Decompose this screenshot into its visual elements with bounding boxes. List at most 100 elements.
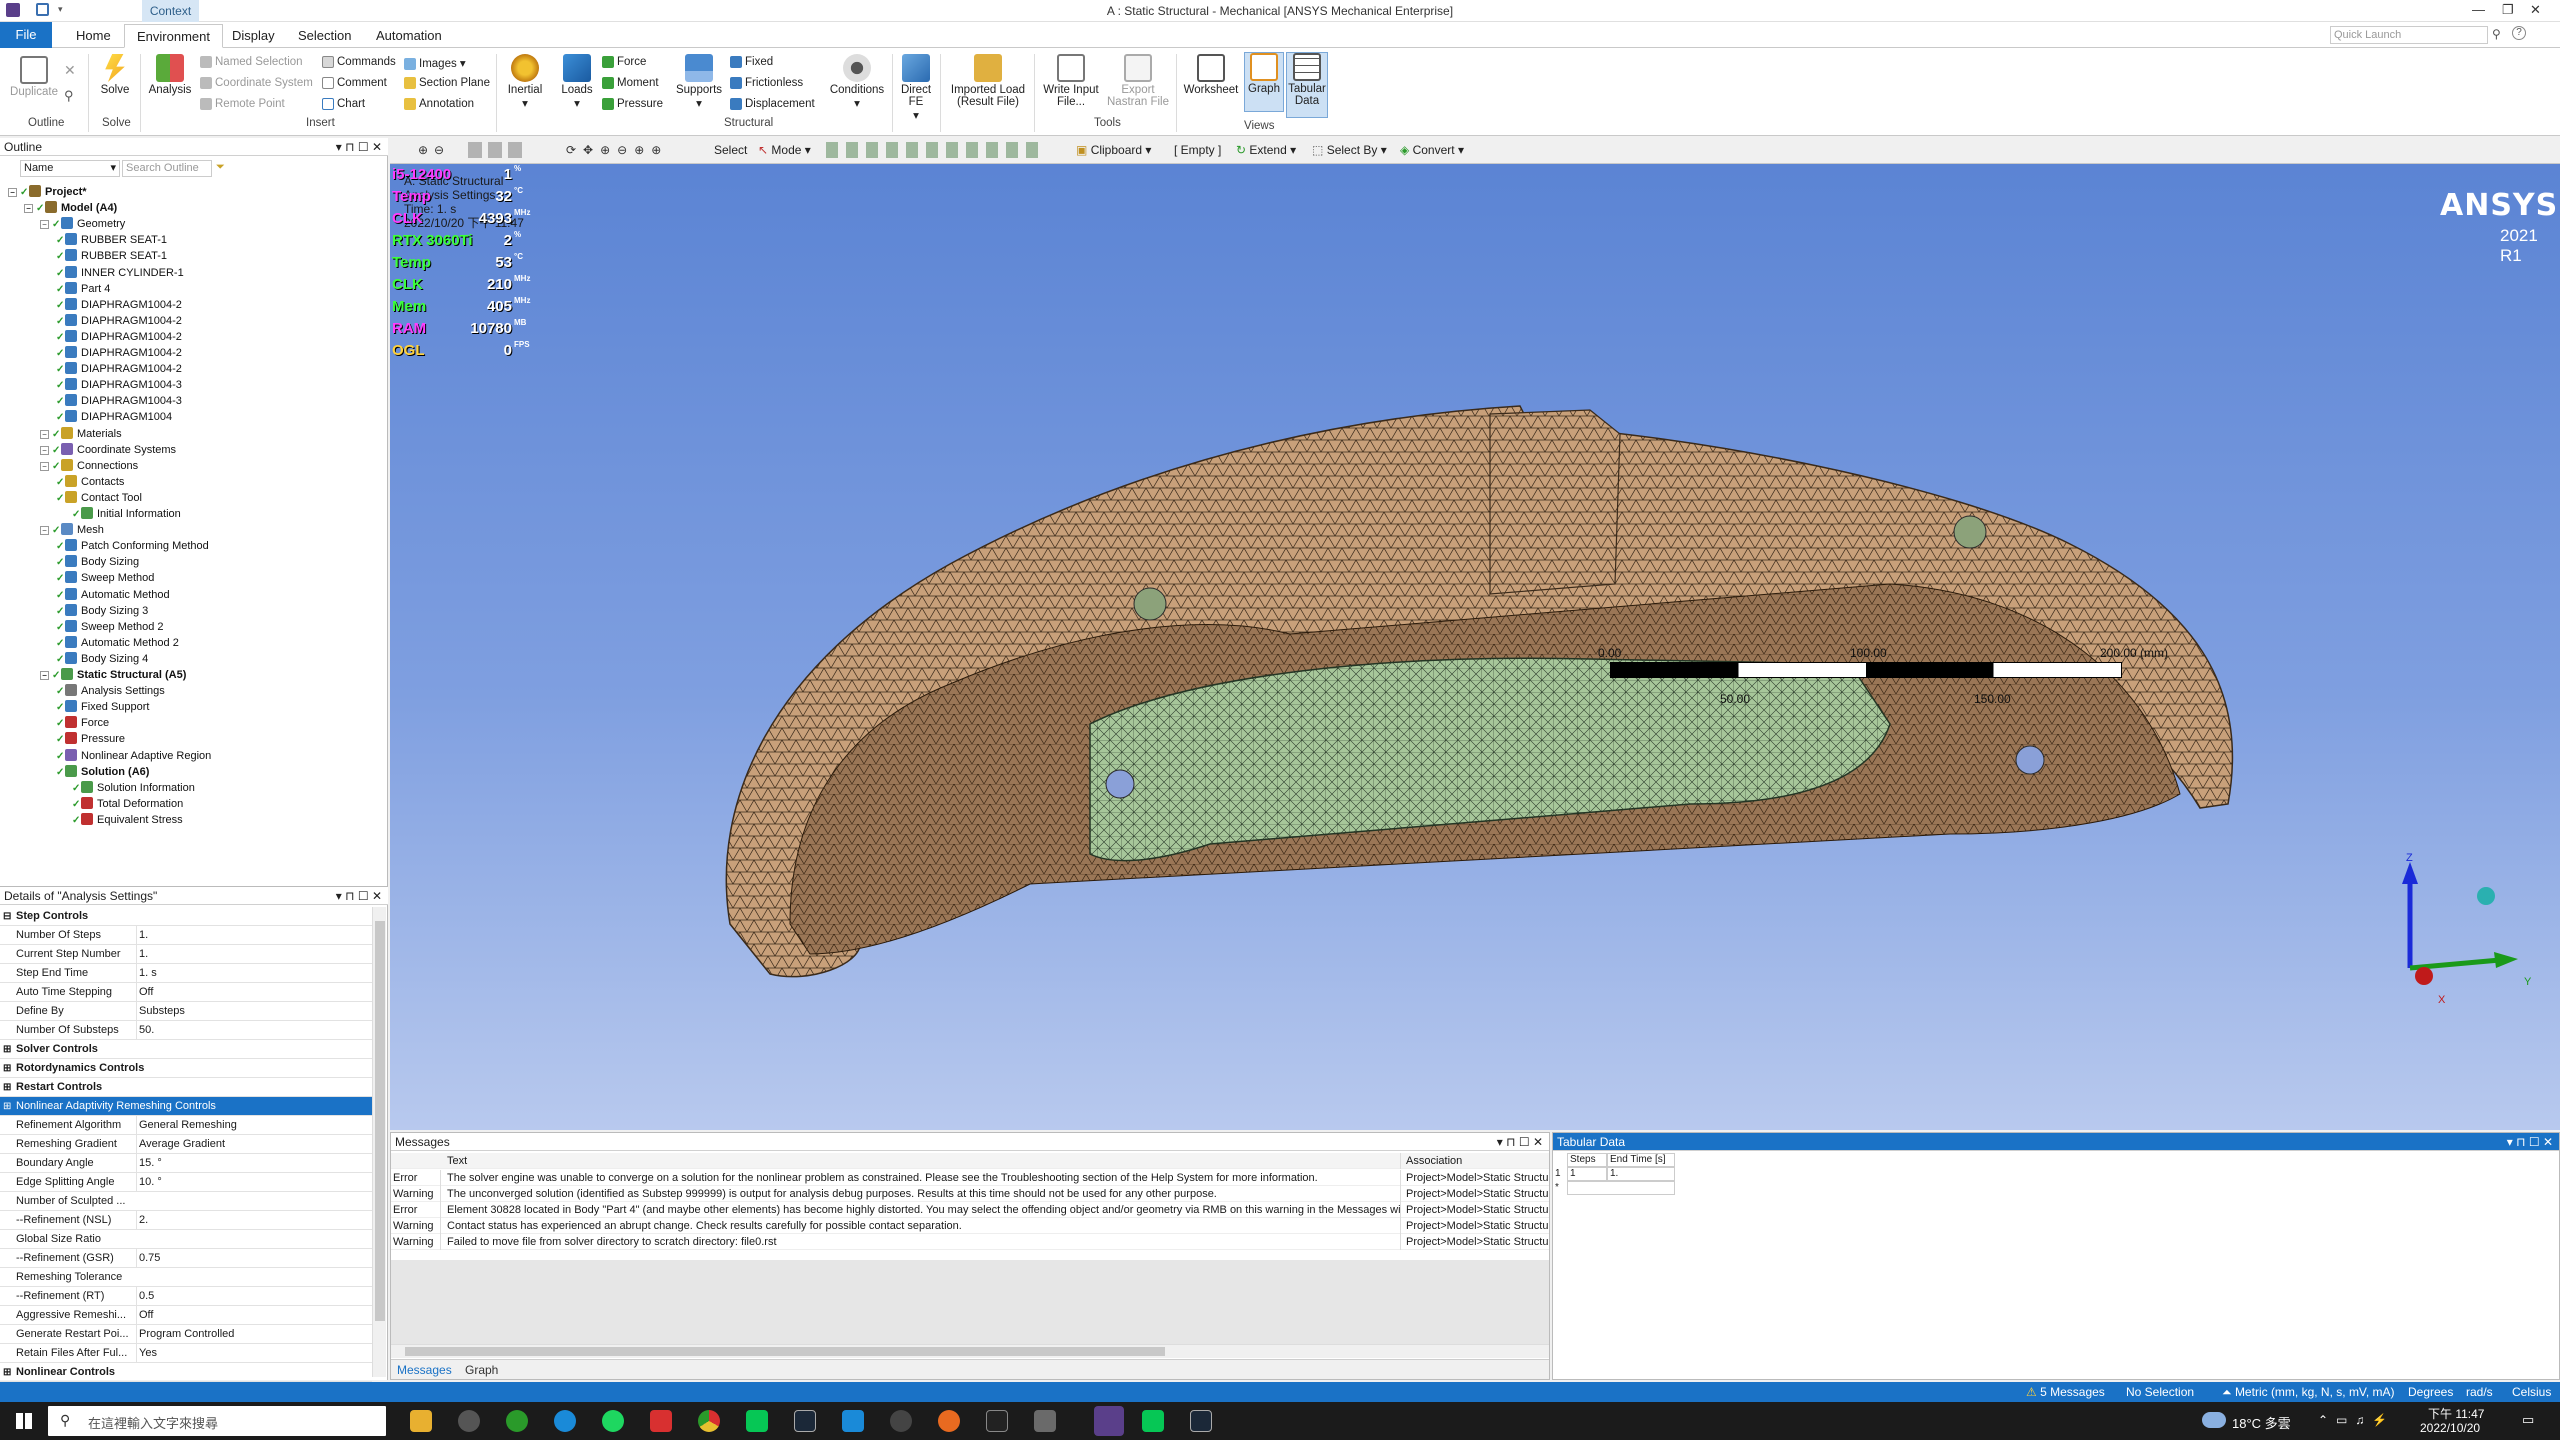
remote-point-button[interactable]: Remote Point: [200, 98, 285, 110]
tree-node[interactable]: ✓ Equivalent Stress: [72, 812, 183, 828]
weather-label[interactable]: 18°C 多雲: [2232, 1413, 2291, 1432]
minimize-icon[interactable]: —: [2472, 2, 2485, 17]
temp-unit[interactable]: Celsius: [2512, 1385, 2551, 1399]
filter-icon[interactable]: ⏷: [216, 161, 225, 174]
details-value[interactable]: 0.5: [136, 1287, 372, 1306]
commands-button[interactable]: Commands: [322, 56, 396, 68]
tab-home[interactable]: Home: [64, 24, 123, 48]
maximize-icon[interactable]: ❐: [2502, 2, 2514, 18]
expand-icon[interactable]: −: [40, 461, 49, 471]
details-value[interactable]: Off: [136, 1306, 372, 1325]
rubber-seat-left[interactable]: [1133, 587, 1167, 621]
tabular-data-button[interactable]: Tabular Data: [1286, 52, 1328, 118]
details-row[interactable]: --Refinement (NSL) 2.: [0, 1211, 372, 1230]
select-button[interactable]: Select: [714, 143, 747, 157]
details-row[interactable]: --Refinement (GSR) 0.75: [0, 1249, 372, 1268]
write-input-file-button[interactable]: Write Input File...: [1038, 54, 1104, 108]
clock-time[interactable]: 下午 11:47: [2428, 1405, 2484, 1422]
worksheet-button[interactable]: Worksheet: [1180, 54, 1242, 96]
tree-node[interactable]: − ✓ Model (A4): [24, 200, 117, 216]
tree-node[interactable]: ✓ DIAPHRAGM1004-2: [56, 329, 182, 345]
close-icon[interactable]: ✕: [2530, 2, 2541, 18]
section-plane-button[interactable]: Section Plane: [404, 77, 490, 89]
details-row[interactable]: Refinement Algorithm General Remeshing: [0, 1116, 372, 1135]
model-mesh[interactable]: [390, 164, 2560, 1130]
tree-node[interactable]: ✓ Pressure: [56, 731, 125, 747]
tree-node[interactable]: ✓ Solution Information: [72, 780, 195, 796]
supports-button[interactable]: Supports ▾: [674, 54, 724, 110]
details-section[interactable]: ⊞ Rotordynamics Controls: [0, 1059, 372, 1078]
fixed-button[interactable]: Fixed: [730, 56, 773, 68]
find-icon[interactable]: ⚲: [64, 88, 74, 104]
details-row[interactable]: Auto Time Stepping Off: [0, 983, 372, 1002]
tree-node[interactable]: − ✓ Coordinate Systems: [40, 442, 176, 458]
export-nastran-button[interactable]: Export Nastran File: [1106, 54, 1170, 108]
weather-icon[interactable]: [2202, 1412, 2226, 1428]
imported-load-button[interactable]: Imported Load (Result File): [946, 54, 1030, 108]
spotify-icon[interactable]: [602, 1410, 624, 1432]
details-value[interactable]: General Remeshing: [136, 1116, 372, 1135]
help-icon[interactable]: ?: [2512, 26, 2526, 40]
tree-node[interactable]: ✓ Solution (A6): [56, 764, 149, 780]
outline-name-filter[interactable]: Name ▾: [20, 160, 120, 177]
select-by-dropdown[interactable]: ⬚ Select By ▾: [1312, 143, 1387, 157]
search-icon[interactable]: ⚲: [2492, 27, 2501, 41]
tree-node[interactable]: ✓ INNER CYLINDER-1: [56, 265, 184, 281]
direct-fe-button[interactable]: Direct FE ▾: [896, 54, 936, 122]
mode-dropdown[interactable]: ↖ Mode ▾: [758, 143, 811, 157]
details-row[interactable]: Aggressive Remeshi... Off: [0, 1306, 372, 1325]
expand-icon[interactable]: −: [40, 445, 49, 455]
delete-icon[interactable]: ✕: [64, 62, 76, 79]
tree-node[interactable]: ✓ Body Sizing 3: [56, 603, 148, 619]
tree-node[interactable]: ✓ Body Sizing 4: [56, 651, 148, 667]
workbench-icon[interactable]: [1034, 1410, 1056, 1432]
windows-start-icon[interactable]: [16, 1413, 32, 1429]
tree-node[interactable]: ✓ RUBBER SEAT-1: [56, 232, 167, 248]
new-row[interactable]: [1567, 1181, 1675, 1195]
steam-icon[interactable]: [1190, 1410, 1212, 1432]
line-icon[interactable]: [1142, 1410, 1164, 1432]
epic-games-icon[interactable]: [986, 1410, 1008, 1432]
force-button[interactable]: Force: [602, 56, 646, 68]
expand-icon[interactable]: −: [40, 671, 49, 680]
panel-controls-icon[interactable]: ▾ ⊓ ☐ ✕: [336, 138, 382, 156]
details-row[interactable]: Edge Splitting Angle 10. °: [0, 1173, 372, 1192]
quick-launch-input[interactable]: Quick Launch: [2330, 26, 2488, 44]
tree-node[interactable]: − ✓ Project*: [8, 184, 87, 200]
panel-controls-icon[interactable]: ▾ ⊓ ☐ ✕: [336, 887, 382, 905]
tree-node[interactable]: ✓ Automatic Method 2: [56, 635, 179, 651]
loads-button[interactable]: Loads ▾: [556, 54, 598, 110]
tree-node[interactable]: ✓ Contacts: [56, 474, 124, 490]
expand-icon[interactable]: −: [40, 220, 49, 230]
tree-node[interactable]: ✓ Body Sizing: [56, 554, 139, 570]
moment-button[interactable]: Moment: [602, 77, 659, 89]
app-icon[interactable]: [842, 1410, 864, 1432]
details-scrollbar[interactable]: [372, 907, 386, 1377]
tree-node[interactable]: ✓ DIAPHRAGM1004-3: [56, 377, 182, 393]
extend-dropdown[interactable]: ↻ Extend ▾: [1236, 143, 1296, 157]
rubber-seat-right[interactable]: [1953, 515, 1987, 549]
named-selection-button[interactable]: Named Selection: [200, 56, 303, 68]
details-value[interactable]: 2.: [136, 1211, 372, 1230]
details-row[interactable]: Step End Time 1. s: [0, 964, 372, 983]
details-row[interactable]: Remeshing Tolerance: [0, 1268, 372, 1287]
tree-node[interactable]: ✓ DIAPHRAGM1004-2: [56, 361, 182, 377]
tab-file[interactable]: File: [0, 22, 52, 48]
tree-node[interactable]: ✓ Part 4: [56, 281, 110, 297]
tree-node[interactable]: ✓ DIAPHRAGM1004-2: [56, 345, 182, 361]
view-cube-icons[interactable]: [468, 142, 528, 158]
mechanical-icon[interactable]: [1094, 1406, 1124, 1436]
file-explorer-icon[interactable]: [410, 1410, 432, 1432]
details-value[interactable]: 15. °: [136, 1154, 372, 1173]
tab-graph[interactable]: Graph: [465, 1363, 498, 1377]
details-value[interactable]: Yes: [136, 1344, 372, 1363]
expand-icon[interactable]: ⊞: [3, 1059, 11, 1078]
comment-button[interactable]: Comment: [322, 77, 387, 89]
expand-icon[interactable]: ⊞: [3, 1078, 11, 1097]
details-section[interactable]: ⊞ Restart Controls: [0, 1078, 372, 1097]
outline-search-input[interactable]: Search Outline: [122, 160, 212, 177]
tab-automation[interactable]: Automation: [364, 24, 454, 48]
tree-node[interactable]: ✓ DIAPHRAGM1004-2: [56, 313, 182, 329]
tree-node[interactable]: ✓ Analysis Settings: [56, 683, 165, 699]
unit-system[interactable]: ⏶ Metric (mm, kg, N, s, mV, mA): [2222, 1385, 2395, 1400]
